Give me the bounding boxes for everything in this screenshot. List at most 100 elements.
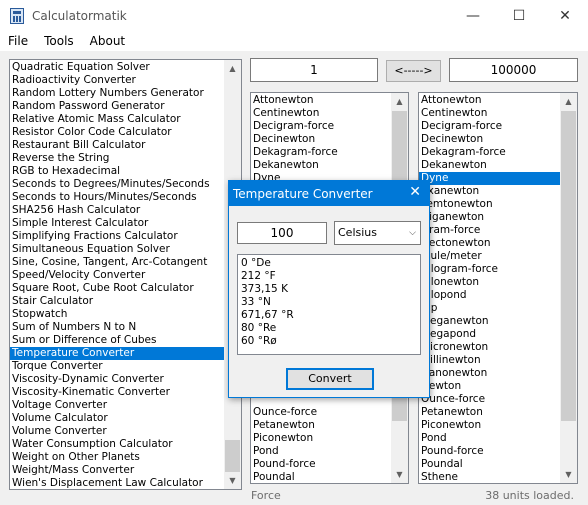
- swap-button[interactable]: <----->: [386, 60, 441, 82]
- calculator-list-item[interactable]: Volume Calculator: [10, 412, 241, 425]
- from-unit-item[interactable]: Dekagram-force: [251, 146, 408, 159]
- from-value-input[interactable]: 1: [250, 58, 378, 82]
- from-unit-item[interactable]: Decinewton: [251, 133, 408, 146]
- calculator-list-item[interactable]: Simplifying Fractions Calculator: [10, 230, 241, 243]
- to-unit-item[interactable]: Giganewton: [419, 211, 577, 224]
- calculator-list-item[interactable]: Stopwatch: [10, 308, 241, 321]
- close-icon[interactable]: ✕: [542, 0, 588, 31]
- calculator-list-item[interactable]: Viscosity-Kinematic Converter: [10, 386, 241, 399]
- to-unit-item[interactable]: Gram-force: [419, 224, 577, 237]
- maximize-icon[interactable]: ☐: [496, 0, 542, 31]
- calculator-list-item[interactable]: Stair Calculator: [10, 295, 241, 308]
- from-unit-item[interactable]: Ounce-force: [251, 406, 408, 419]
- calculator-list[interactable]: Quadratic Equation Solver Radioactivity C…: [9, 59, 242, 490]
- calculator-list-item[interactable]: Resistor Color Code Calculator: [10, 126, 241, 139]
- calculator-list-item[interactable]: Viscosity-Dynamic Converter: [10, 373, 241, 386]
- from-unit-item[interactable]: Poundal: [251, 471, 408, 483]
- from-unit-item[interactable]: Dekanewton: [251, 159, 408, 172]
- to-unit-item[interactable]: Attonewton: [419, 94, 577, 107]
- calculator-list-item[interactable]: Weight on Other Planets: [10, 451, 241, 464]
- scroll-up-icon[interactable]: ▲: [391, 93, 408, 110]
- calculator-list-item[interactable]: Torque Converter: [10, 360, 241, 373]
- calculator-list-item[interactable]: Simultaneous Equation Solver: [10, 243, 241, 256]
- to-unit-item[interactable]: Decigram-force: [419, 120, 577, 133]
- to-unit-item[interactable]: Micronewton: [419, 341, 577, 354]
- from-unit-item[interactable]: Pond: [251, 445, 408, 458]
- from-unit-item[interactable]: Petanewton: [251, 419, 408, 432]
- calculator-list-item[interactable]: Relative Atomic Mass Calculator: [10, 113, 241, 126]
- calculator-list-item[interactable]: Radioactivity Converter: [10, 74, 241, 87]
- from-unit-item[interactable]: Attonewton: [251, 94, 408, 107]
- to-unit-item[interactable]: Piconewton: [419, 419, 577, 432]
- to-unit-item[interactable]: Decinewton: [419, 133, 577, 146]
- calculator-list-item[interactable]: Square Root, Cube Root Calculator: [10, 282, 241, 295]
- to-unit-item[interactable]: Pound-force: [419, 445, 577, 458]
- to-unit-item[interactable]: Dekagram-force: [419, 146, 577, 159]
- to-unit-item[interactable]: Megapond: [419, 328, 577, 341]
- to-unit-item[interactable]: Meganewton: [419, 315, 577, 328]
- scroll-thumb[interactable]: [561, 111, 576, 421]
- scroll-up-icon[interactable]: ▲: [560, 93, 577, 110]
- to-unit-list[interactable]: Attonewton Centinewton Decigram-force Decin…: [418, 92, 578, 484]
- to-unit-item[interactable]: Kip: [419, 302, 577, 315]
- calculator-list-item[interactable]: Simple Interest Calculator: [10, 217, 241, 230]
- calculator-list-item[interactable]: Restaurant Bill Calculator: [10, 139, 241, 152]
- to-unit-item[interactable]: Kilogram-force: [419, 263, 577, 276]
- to-unit-item[interactable]: Ounce-force: [419, 393, 577, 406]
- calculator-list-item[interactable]: Water Consumption Calculator: [10, 438, 241, 451]
- calculator-list-item[interactable]: Volume Converter: [10, 425, 241, 438]
- calculator-list-item[interactable]: Sum of Numbers N to N: [10, 321, 241, 334]
- calculator-list-item[interactable]: Sum or Difference of Cubes: [10, 334, 241, 347]
- scroll-down-icon[interactable]: ▼: [391, 466, 408, 483]
- from-unit-item[interactable]: Decigram-force: [251, 120, 408, 133]
- to-unit-item[interactable]: Poundal: [419, 458, 577, 471]
- calculator-list-item[interactable]: Quadratic Equation Solver: [10, 61, 241, 74]
- to-unit-item[interactable]: Pond: [419, 432, 577, 445]
- to-unit-item[interactable]: Newton: [419, 380, 577, 393]
- menu-tools[interactable]: Tools: [36, 34, 82, 48]
- to-unit-item[interactable]: Centinewton: [419, 107, 577, 120]
- to-unit-scrollbar[interactable]: ▲ ▼: [560, 93, 577, 483]
- menu-about[interactable]: About: [82, 34, 133, 48]
- to-unit-item[interactable]: Joule/meter: [419, 250, 577, 263]
- temperature-input[interactable]: 100: [237, 222, 327, 244]
- scroll-thumb[interactable]: [225, 440, 240, 472]
- from-unit-item[interactable]: Pound-force: [251, 458, 408, 471]
- dialog-title: Temperature Converter: [233, 186, 373, 201]
- to-unit-item[interactable]: Dekanewton: [419, 159, 577, 172]
- to-unit-item[interactable]: Hectonewton: [419, 237, 577, 250]
- to-unit-item[interactable]: Dyne: [419, 172, 577, 185]
- calculator-list-item[interactable]: Seconds to Degrees/Minutes/Seconds: [10, 178, 241, 191]
- to-unit-item[interactable]: Kilopond: [419, 289, 577, 302]
- to-unit-item[interactable]: Petanewton: [419, 406, 577, 419]
- to-unit-item[interactable]: Nanonewton: [419, 367, 577, 380]
- calculator-list-item[interactable]: SHA256 Hash Calculator: [10, 204, 241, 217]
- unit-select[interactable]: Celsius ⌵: [334, 221, 421, 245]
- to-value-input[interactable]: 100000: [449, 58, 578, 82]
- to-unit-item[interactable]: Exanewton: [419, 185, 577, 198]
- calculator-list-item[interactable]: Reverse the String: [10, 152, 241, 165]
- calculator-list-item[interactable]: Temperature Converter: [10, 347, 241, 360]
- calculator-list-item[interactable]: Weight/Mass Converter: [10, 464, 241, 477]
- to-unit-item[interactable]: Millinewton: [419, 354, 577, 367]
- calculator-list-item[interactable]: Wien's Displacement Law Calculator: [10, 477, 241, 489]
- minimize-icon[interactable]: —: [450, 0, 496, 31]
- from-unit-item[interactable]: Piconewton: [251, 432, 408, 445]
- to-unit-item[interactable]: Sthene: [419, 471, 577, 483]
- to-unit-item[interactable]: Kilonewton: [419, 276, 577, 289]
- calculator-list-item[interactable]: RGB to Hexadecimal: [10, 165, 241, 178]
- calculator-list-item[interactable]: Seconds to Hours/Minutes/Seconds: [10, 191, 241, 204]
- menu-file[interactable]: File: [0, 34, 36, 48]
- calculator-list-item[interactable]: Speed/Velocity Converter: [10, 269, 241, 282]
- convert-button[interactable]: Convert: [286, 368, 374, 390]
- calculator-list-item[interactable]: Voltage Converter: [10, 399, 241, 412]
- scroll-down-icon[interactable]: ▼: [224, 472, 241, 489]
- calculator-list-item[interactable]: Random Password Generator: [10, 100, 241, 113]
- scroll-down-icon[interactable]: ▼: [560, 466, 577, 483]
- calculator-list-item[interactable]: Sine, Cosine, Tangent, Arc-Cotangent: [10, 256, 241, 269]
- scroll-up-icon[interactable]: ▲: [224, 60, 241, 77]
- calculator-list-item[interactable]: Random Lottery Numbers Generator: [10, 87, 241, 100]
- from-unit-item[interactable]: Centinewton: [251, 107, 408, 120]
- close-icon[interactable]: ✕: [409, 184, 421, 200]
- to-unit-item[interactable]: Femtonewton: [419, 198, 577, 211]
